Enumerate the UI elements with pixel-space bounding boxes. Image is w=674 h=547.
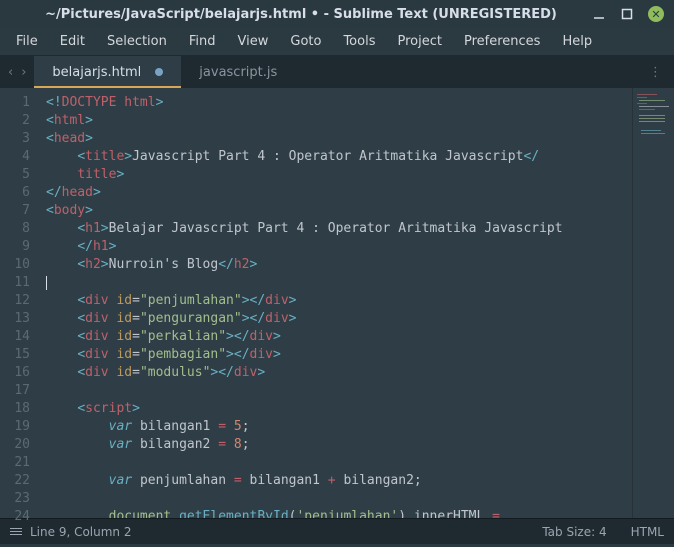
tab-overflow-menu-icon[interactable]: ⋮: [637, 56, 674, 88]
line-gutter: 123456789101112131415161718192021222324: [0, 88, 38, 518]
menu-find[interactable]: Find: [179, 30, 226, 53]
menu-preferences[interactable]: Preferences: [454, 30, 550, 53]
window-title: ~/Pictures/JavaScript/belajarjs.html • -…: [10, 7, 592, 22]
menu-project[interactable]: Project: [387, 30, 451, 53]
nav-forward-icon[interactable]: ›: [21, 65, 26, 80]
minimize-button[interactable]: [592, 7, 606, 21]
tab-label: belajarjs.html: [52, 65, 141, 80]
status-syntax[interactable]: HTML: [631, 525, 664, 539]
menu-help[interactable]: Help: [552, 30, 602, 53]
menu-edit[interactable]: Edit: [50, 30, 95, 53]
statusbar: Line 9, Column 2 Tab Size: 4 HTML: [0, 518, 674, 544]
tab-javascript[interactable]: javascript.js: [181, 56, 295, 88]
close-button[interactable]: ✕: [648, 6, 664, 22]
menu-view[interactable]: View: [228, 30, 279, 53]
minimap[interactable]: [632, 88, 674, 518]
sidebar-toggle-icon[interactable]: [10, 528, 22, 535]
tab-belajarjs[interactable]: belajarjs.html: [34, 56, 181, 88]
dirty-indicator-icon: [155, 68, 163, 76]
editor[interactable]: 123456789101112131415161718192021222324 …: [0, 88, 674, 518]
status-tabsize[interactable]: Tab Size: 4: [542, 525, 606, 539]
titlebar: ~/Pictures/JavaScript/belajarjs.html • -…: [0, 0, 674, 28]
maximize-button[interactable]: [620, 7, 634, 21]
menu-selection[interactable]: Selection: [97, 30, 177, 53]
menu-goto[interactable]: Goto: [280, 30, 331, 53]
tab-label: javascript.js: [199, 65, 277, 80]
menubar: File Edit Selection Find View Goto Tools…: [0, 28, 674, 56]
code-area[interactable]: <!DOCTYPE html> <html> <head> <title>Jav…: [38, 88, 632, 518]
text-cursor: [46, 276, 47, 290]
status-position[interactable]: Line 9, Column 2: [30, 525, 132, 539]
tabbar: ‹ › belajarjs.html javascript.js ⋮: [0, 56, 674, 88]
menu-tools[interactable]: Tools: [333, 30, 385, 53]
nav-back-icon[interactable]: ‹: [8, 65, 13, 80]
menu-file[interactable]: File: [6, 30, 48, 53]
